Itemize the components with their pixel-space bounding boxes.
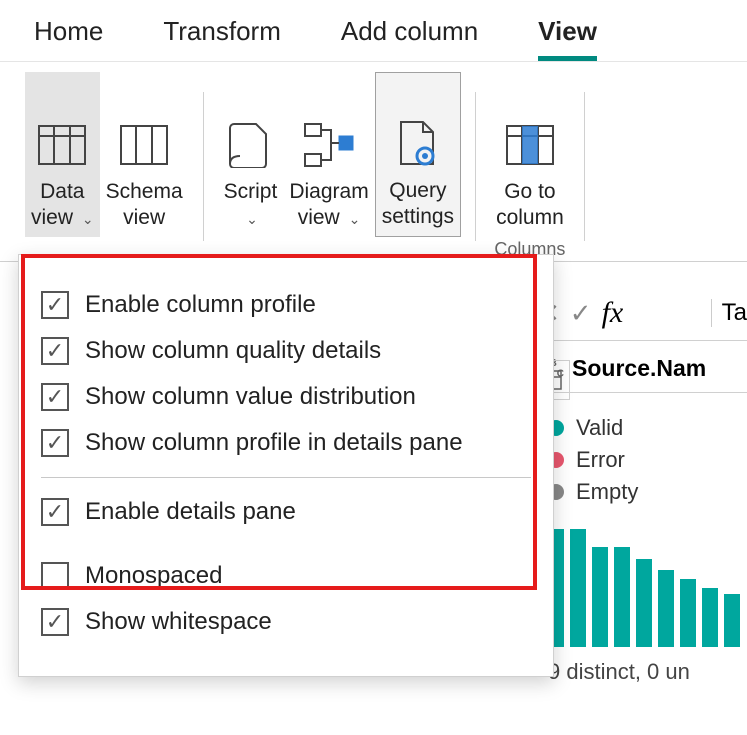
option-label: Show whitespace [85, 608, 272, 636]
go-to-column-button[interactable]: Go to column [490, 72, 570, 237]
option-label: Monospaced [85, 562, 222, 590]
option-show-profile-details-pane[interactable]: ✓ Show column profile in details pane [41, 423, 531, 463]
qs-label2: settings [382, 205, 454, 228]
quality-label: Empty [576, 479, 638, 505]
option-show-whitespace[interactable]: ✓ Show whitespace [41, 602, 531, 642]
query-settings-button[interactable]: Query settings [375, 72, 461, 237]
data-view-button[interactable]: Data view ⌄ [25, 72, 100, 237]
confirm-icon[interactable]: ✓ [570, 298, 592, 329]
schema-view-label1: Schema [106, 180, 183, 203]
option-show-column-quality[interactable]: ✓ Show column quality details [41, 331, 531, 371]
diagram-label2: view [298, 206, 340, 229]
option-label: Show column value distribution [85, 383, 416, 411]
formula-cell: Ta [711, 299, 747, 327]
distinct-count: 9 distinct, 0 un [530, 651, 747, 685]
checkbox-icon: ✓ [41, 291, 69, 319]
script-icon [228, 117, 272, 173]
checkbox-icon: ✓ [41, 383, 69, 411]
ribbon-tabs: Home Transform Add column View [0, 0, 747, 62]
option-enable-details-pane[interactable]: ✓ Enable details pane [41, 492, 531, 532]
fx-icon[interactable]: fx [602, 296, 624, 330]
checkbox-icon: ✓ [41, 498, 69, 526]
option-enable-column-profile[interactable]: ✓ Enable column profile [41, 285, 531, 325]
chevron-down-icon: ⌄ [246, 211, 258, 227]
columns-icon [120, 117, 168, 173]
checkbox-icon: ✓ [41, 337, 69, 365]
checkbox-icon: ✓ [41, 608, 69, 636]
script-button[interactable]: Script ⌄ [218, 72, 284, 237]
quality-empty: Empty [548, 479, 747, 505]
column-name: Source.Nam [572, 355, 706, 382]
ribbon-divider [475, 92, 476, 241]
value-distribution-chart [530, 521, 747, 651]
ribbon-group-view: Data view ⌄ Schema view [25, 72, 189, 261]
tab-view[interactable]: View [538, 10, 597, 61]
ribbon-divider [203, 92, 204, 241]
diagram-view-button[interactable]: Diagram view ⌄ [283, 72, 374, 237]
goto-label1: Go to [504, 180, 555, 203]
bar [570, 529, 586, 647]
content-area: ✕ ✓ fx Ta ABC Source.Nam Valid Error Emp… [530, 290, 747, 685]
ribbon-divider [584, 92, 585, 241]
goto-column-icon [506, 117, 554, 173]
checkbox-icon: ✓ [41, 429, 69, 457]
qs-label1: Query [389, 179, 446, 202]
option-label: Enable details pane [85, 498, 296, 526]
goto-label2: column [496, 206, 564, 229]
bar [724, 594, 740, 647]
ribbon-group-columns: Go tocolumn Columns [490, 72, 570, 261]
data-view-label1: Data [40, 180, 84, 203]
option-monospaced[interactable]: Monospaced [41, 556, 531, 596]
tab-add-column[interactable]: Add column [341, 10, 478, 61]
bar [636, 559, 652, 648]
schema-view-button[interactable]: Schema view [100, 72, 189, 237]
bar [614, 547, 630, 647]
tab-transform[interactable]: Transform [163, 10, 281, 61]
data-view-label2: view [31, 206, 73, 229]
tab-home[interactable]: Home [34, 10, 103, 61]
ribbon: Data view ⌄ Schema view Script ⌄ [0, 62, 747, 262]
dropdown-separator [41, 477, 531, 478]
diagram-label1: Diagram [289, 180, 368, 203]
chevron-down-icon: ⌄ [82, 211, 94, 227]
table-icon [38, 117, 86, 173]
diagram-icon [303, 117, 355, 173]
bar [658, 570, 674, 647]
quality-label: Error [576, 447, 625, 473]
checkbox-icon [41, 562, 69, 590]
data-view-dropdown: ✓ Enable column profile ✓ Show column qu… [18, 254, 554, 677]
ribbon-group-tools: Script ⌄ Diagram view ⌄ Query settings [218, 72, 461, 261]
schema-view-label2: view [123, 206, 165, 229]
option-label: Show column profile in details pane [85, 429, 463, 457]
quality-valid: Valid [548, 415, 747, 441]
option-show-value-distribution[interactable]: ✓ Show column value distribution [41, 377, 531, 417]
quality-label: Valid [576, 415, 623, 441]
bar [680, 579, 696, 647]
option-label: Show column quality details [85, 337, 381, 365]
quality-error: Error [548, 447, 747, 473]
option-label: Enable column profile [85, 291, 316, 319]
column-quality: Valid Error Empty [530, 393, 747, 521]
bar [702, 588, 718, 647]
script-label: Script [224, 180, 278, 203]
chevron-down-icon: ⌄ [349, 211, 361, 227]
doc-gear-icon [395, 116, 441, 172]
formula-bar[interactable]: ✕ ✓ fx Ta [530, 290, 747, 341]
bar [592, 547, 608, 647]
